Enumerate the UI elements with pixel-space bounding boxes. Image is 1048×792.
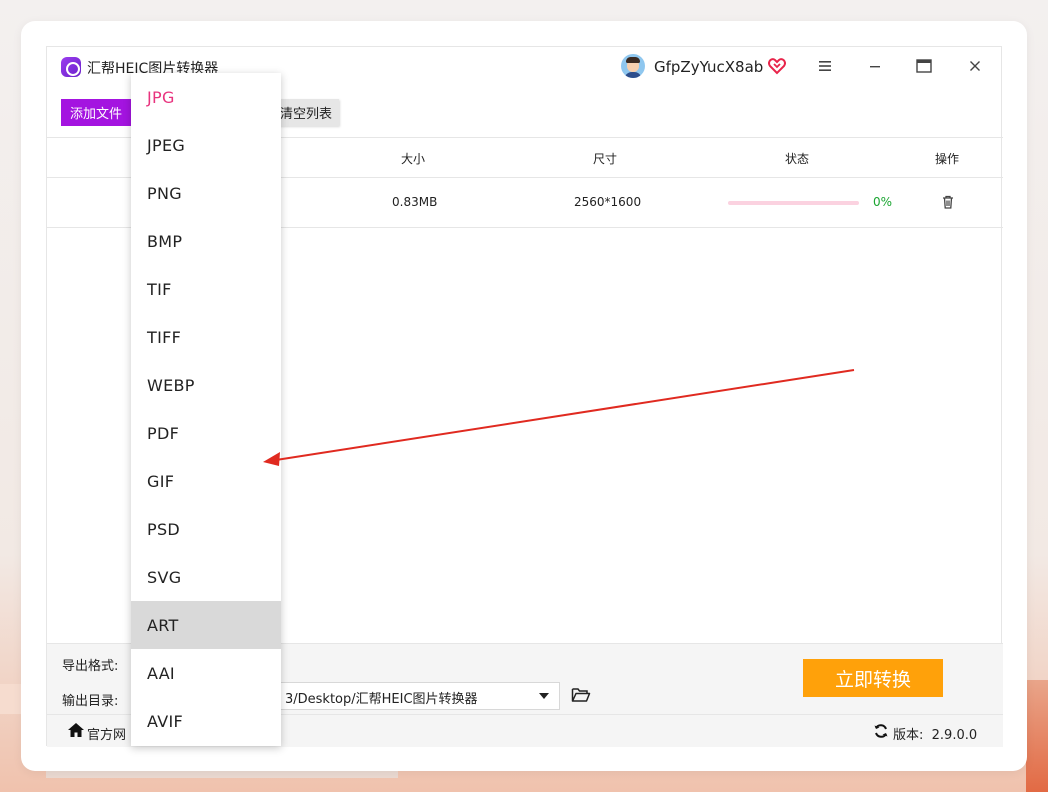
column-header-actions: 操作 (935, 152, 960, 166)
format-option[interactable]: BMP (131, 217, 281, 265)
format-dropdown-list[interactable]: JPG JPEG PNG BMP TIF TIFF WEBP PDF GIF P… (131, 73, 281, 746)
vip-heart-icon[interactable] (768, 57, 786, 75)
maximize-icon[interactable] (915, 58, 933, 74)
convert-now-button[interactable]: 立即转换 (803, 659, 943, 697)
export-format-label: 导出格式: (62, 659, 119, 674)
output-dir-value: 3/Desktop/汇帮HEIC图片转换器 (285, 692, 478, 707)
format-option[interactable]: ART (131, 601, 281, 649)
column-header-dimensions: 尺寸 (593, 152, 618, 166)
folder-open-icon[interactable] (571, 686, 591, 704)
format-option[interactable]: AVIF (131, 697, 281, 745)
close-icon[interactable] (967, 58, 983, 74)
background-shadow (46, 770, 398, 778)
format-option[interactable]: TIF (131, 265, 281, 313)
username[interactable]: GfpZyYucX8ab (654, 58, 763, 76)
format-option[interactable]: JPEG (131, 121, 281, 169)
version-value: 2.9.0.0 (931, 728, 978, 743)
clear-list-button[interactable]: 清空列表 (273, 99, 339, 126)
format-option[interactable]: PNG (131, 169, 281, 217)
chevron-down-icon[interactable] (539, 693, 549, 699)
format-option[interactable]: PSD (131, 505, 281, 553)
version-label: 版本: 2.9.0.0 (893, 728, 978, 743)
format-option[interactable]: AAI (131, 649, 281, 697)
file-dimensions: 2560*1600 (574, 195, 642, 209)
format-option[interactable]: TIFF (131, 313, 281, 361)
avatar[interactable] (621, 54, 645, 78)
minimize-icon[interactable] (867, 58, 883, 74)
file-size: 0.83MB (392, 195, 438, 209)
progress-percent: 0% (873, 195, 893, 209)
format-option[interactable]: SVG (131, 553, 281, 601)
format-option[interactable]: GIF (131, 457, 281, 505)
trash-icon[interactable] (940, 194, 956, 210)
format-option[interactable]: JPG (131, 73, 281, 121)
format-option[interactable]: WEBP (131, 361, 281, 409)
official-website-link[interactable]: 官方网 (87, 724, 126, 743)
output-dir-label: 输出目录: (62, 694, 119, 709)
home-icon[interactable] (67, 722, 85, 738)
background-accent (1026, 680, 1048, 792)
conversion-progress-bar (728, 201, 859, 205)
menu-icon[interactable] (817, 58, 833, 74)
add-file-button[interactable]: 添加文件 (61, 99, 131, 126)
column-header-status: 状态 (785, 152, 810, 166)
refresh-icon[interactable] (873, 723, 889, 739)
format-option[interactable]: PDF (131, 409, 281, 457)
column-header-size: 大小 (401, 152, 426, 166)
app-logo-icon (61, 57, 81, 77)
